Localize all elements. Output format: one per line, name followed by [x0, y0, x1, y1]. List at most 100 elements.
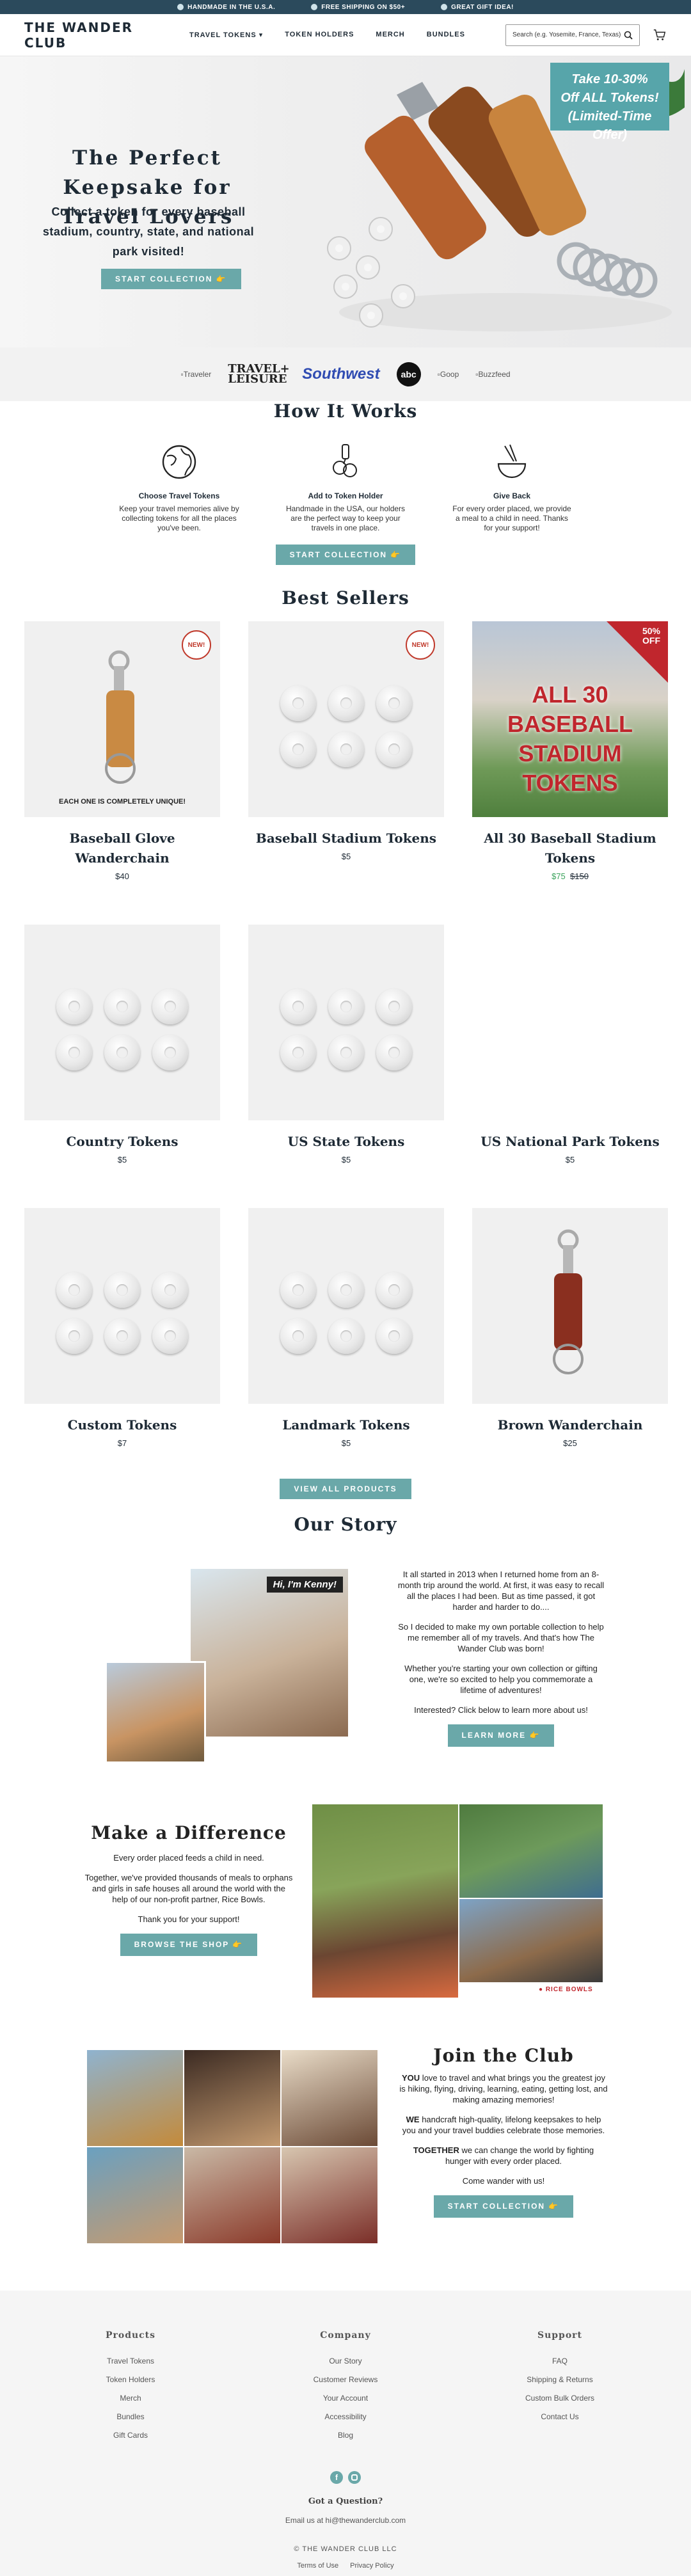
hero-start-collection-button[interactable]: START COLLECTION 👉 — [101, 269, 241, 289]
token-coin — [280, 1318, 316, 1354]
footer-link[interactable]: Merch — [67, 2389, 195, 2408]
product-image[interactable] — [248, 925, 444, 1120]
footer-link[interactable]: Token Holders — [67, 2371, 195, 2389]
token-coin — [376, 1318, 412, 1354]
product-card[interactable]: Brown Wanderchain $25 — [472, 1208, 668, 1448]
founder-photo: Hi, I'm Kenny! — [191, 1569, 348, 1737]
nav-bundles[interactable]: BUNDLES — [427, 31, 465, 39]
product-image[interactable]: NEW! EACH ONE IS COMPLETELY UNIQUE! — [24, 621, 220, 817]
footer-column-support: Support FAQ Shipping & Returns Custom Bu… — [496, 2330, 624, 2426]
join-club-section: Join the Club YOU love to travel and wha… — [0, 2047, 691, 2255]
product-name[interactable]: Baseball Stadium Tokens — [248, 829, 444, 848]
customer-photo — [282, 2147, 377, 2243]
footer-link[interactable]: Our Story — [282, 2352, 409, 2371]
product-name[interactable]: US National Park Tokens — [472, 1132, 668, 1152]
facebook-icon[interactable]: f — [330, 2471, 343, 2484]
search-input[interactable]: Search (e.g. Yosemite, France, Texas) — [505, 24, 640, 46]
product-name[interactable]: Brown Wanderchain — [472, 1415, 668, 1435]
footer-link[interactable]: Blog — [282, 2426, 409, 2445]
step-choose-tokens: Choose Travel Tokens Keep your travel me… — [118, 442, 240, 533]
site-header: THE WANDER CLUB TRAVEL TOKENS ▾ TOKEN HO… — [0, 14, 691, 56]
hero-banner: The Perfect Keepsake for Travel Lovers C… — [0, 56, 691, 347]
promo-text: ALL 30 BASEBALL STADIUM TOKENS — [507, 681, 633, 796]
footer-link[interactable]: Your Account — [282, 2389, 409, 2408]
learn-more-button[interactable]: LEARN MORE 👉 — [447, 1724, 555, 1747]
product-name[interactable]: Landmark Tokens — [248, 1415, 444, 1435]
footer-link[interactable]: Travel Tokens — [67, 2352, 195, 2371]
token-coin — [104, 1035, 140, 1070]
token-coin — [376, 731, 412, 767]
meal-bowl-icon — [497, 444, 527, 479]
token-coin — [280, 989, 316, 1024]
product-image[interactable] — [472, 925, 668, 1120]
footer-link[interactable]: Shipping & Returns — [496, 2371, 624, 2389]
token-coin — [376, 685, 412, 721]
contact-email[interactable]: Email us at hi@thewanderclub.com — [0, 2516, 691, 2525]
new-badge: NEW! — [406, 630, 435, 660]
browse-shop-button[interactable]: BROWSE THE SHOP 👉 — [120, 1934, 258, 1956]
product-name[interactable]: All 30 Baseball Stadium Tokens — [472, 829, 668, 868]
footer-link[interactable]: Customer Reviews — [282, 2371, 409, 2389]
section-title: Make a Difference — [91, 1822, 287, 1843]
terms-link[interactable]: Terms of Use — [297, 2562, 338, 2570]
product-caption: EACH ONE IS COMPLETELY UNIQUE! — [58, 798, 186, 806]
product-price: $7 — [117, 1438, 127, 1448]
footer-link[interactable]: FAQ — [496, 2352, 624, 2371]
make-difference-section: Make a Difference Every order placed fee… — [0, 1804, 691, 2003]
product-image[interactable]: NEW! — [248, 621, 444, 817]
product-card[interactable]: Country Tokens $5 — [24, 925, 220, 1165]
product-name[interactable]: Baseball Glove Wanderchain — [24, 829, 220, 868]
product-grid: NEW! EACH ONE IS COMPLETELY UNIQUE! Base… — [24, 621, 668, 1448]
product-card[interactable]: NEW! Baseball Stadium Tokens $5 — [248, 621, 444, 881]
step-add-holder: Add to Token Holder Handmade in the USA,… — [285, 442, 406, 533]
hero-subtitle: Collect a token for every baseball stadi… — [42, 205, 255, 258]
southwest-logo: Southwest — [302, 365, 380, 383]
search-icon[interactable] — [624, 31, 633, 40]
token-coin — [104, 1272, 140, 1308]
token-coin — [56, 1035, 92, 1070]
nav-travel-tokens[interactable]: TRAVEL TOKENS ▾ — [189, 31, 263, 39]
footer-link[interactable]: Bundles — [67, 2408, 195, 2426]
how-start-collection-button[interactable]: START COLLECTION 👉 — [275, 545, 416, 565]
product-card[interactable]: Custom Tokens $7 — [24, 1208, 220, 1448]
product-card[interactable]: US National Park Tokens $5 — [472, 925, 668, 1165]
nav-token-holders[interactable]: TOKEN HOLDERS — [285, 31, 354, 39]
story-text: It all started in 2013 when I returned h… — [397, 1569, 605, 1747]
cart-icon[interactable] — [653, 28, 667, 42]
abc-logo: abc — [396, 362, 421, 386]
globe-icon — [162, 445, 196, 479]
new-badge: NEW! — [182, 630, 211, 660]
product-name[interactable]: Country Tokens — [24, 1132, 220, 1152]
product-image[interactable] — [472, 1208, 668, 1404]
question-heading: Got a Question? — [308, 2497, 383, 2506]
join-start-collection-button[interactable]: START COLLECTION 👉 — [433, 2195, 574, 2218]
product-name[interactable]: US State Tokens — [248, 1132, 444, 1152]
site-logo[interactable]: THE WANDER CLUB — [24, 20, 171, 51]
gift-icon — [441, 4, 448, 10]
product-image[interactable]: ALL 30 BASEBALL STADIUM TOKENS 50% OFF — [472, 621, 668, 817]
product-price: $5 — [341, 852, 351, 861]
press-logos: ▫Traveler TRAVEL+ LEISURE Southwest abc … — [0, 347, 691, 401]
section-title: How It Works — [273, 401, 418, 422]
footer-link[interactable]: Accessibility — [282, 2408, 409, 2426]
product-image[interactable] — [24, 1208, 220, 1404]
product-price: $5 — [341, 1438, 351, 1448]
footer-link[interactable]: Contact Us — [496, 2408, 624, 2426]
product-image[interactable] — [24, 925, 220, 1120]
footer-link[interactable]: Custom Bulk Orders — [496, 2389, 624, 2408]
product-card[interactable]: NEW! EACH ONE IS COMPLETELY UNIQUE! Base… — [24, 621, 220, 881]
original-price: $150 — [570, 871, 589, 881]
footer-link[interactable]: Gift Cards — [67, 2426, 195, 2445]
buzzfeed-logo: ▫Buzzfeed — [475, 370, 511, 379]
product-card[interactable]: US State Tokens $5 — [248, 925, 444, 1165]
view-all-products-button[interactable]: VIEW ALL PRODUCTS — [280, 1479, 411, 1499]
product-card[interactable]: ALL 30 BASEBALL STADIUM TOKENS 50% OFF A… — [472, 621, 668, 881]
product-card[interactable]: Landmark Tokens $5 — [248, 1208, 444, 1448]
product-name[interactable]: Custom Tokens — [24, 1415, 220, 1435]
privacy-link[interactable]: Privacy Policy — [350, 2562, 393, 2570]
customer-photo — [184, 2050, 280, 2146]
product-image[interactable] — [248, 1208, 444, 1404]
token-coin — [328, 1035, 364, 1070]
nav-merch[interactable]: MERCH — [376, 31, 404, 39]
instagram-icon[interactable] — [348, 2471, 361, 2484]
